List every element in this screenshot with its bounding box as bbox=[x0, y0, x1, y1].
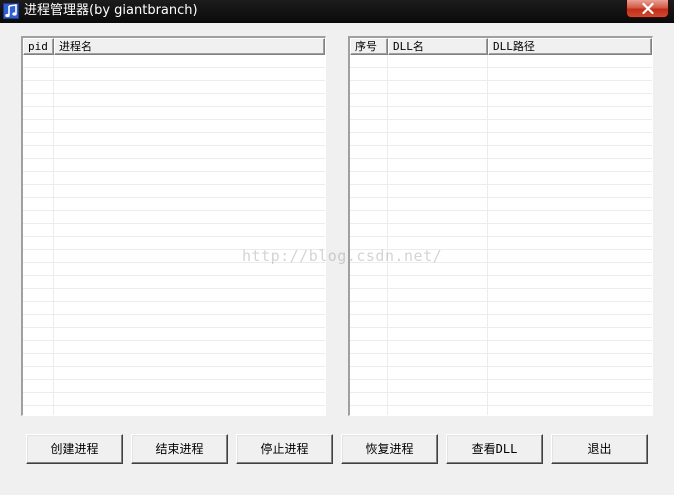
end-process-button[interactable]: 结束进程 bbox=[131, 434, 228, 464]
column-header-dll-name[interactable]: DLL名 bbox=[388, 38, 488, 55]
view-dll-button[interactable]: 查看DLL bbox=[446, 434, 543, 464]
dll-list-rows bbox=[350, 55, 652, 415]
stop-process-button[interactable]: 停止进程 bbox=[236, 434, 333, 464]
resume-process-button[interactable]: 恢复进程 bbox=[341, 434, 438, 464]
exit-button[interactable]: 退出 bbox=[551, 434, 648, 464]
music-note-icon[interactable] bbox=[3, 3, 19, 19]
process-list[interactable]: pid 进程名 bbox=[21, 36, 326, 416]
window-title: 进程管理器(by giantbranch) bbox=[24, 3, 198, 18]
close-button[interactable] bbox=[626, 0, 669, 18]
column-header-process-name[interactable]: 进程名 bbox=[54, 38, 325, 55]
dll-list-header: 序号 DLL名 DLL路径 bbox=[350, 38, 652, 55]
column-header-index[interactable]: 序号 bbox=[350, 38, 388, 55]
column-header-dll-path[interactable]: DLL路径 bbox=[488, 38, 652, 55]
main-window: 进程管理器(by giantbranch) pid 进程名 序号 DLL名 DL… bbox=[0, 0, 674, 495]
process-list-rows bbox=[23, 55, 325, 415]
process-list-header: pid 进程名 bbox=[23, 38, 325, 55]
dll-list[interactable]: 序号 DLL名 DLL路径 bbox=[348, 36, 653, 416]
close-icon bbox=[642, 3, 654, 14]
column-header-pid[interactable]: pid bbox=[23, 38, 54, 55]
create-process-button[interactable]: 创建进程 bbox=[26, 434, 123, 464]
title-bar[interactable]: 进程管理器(by giantbranch) bbox=[0, 0, 674, 23]
